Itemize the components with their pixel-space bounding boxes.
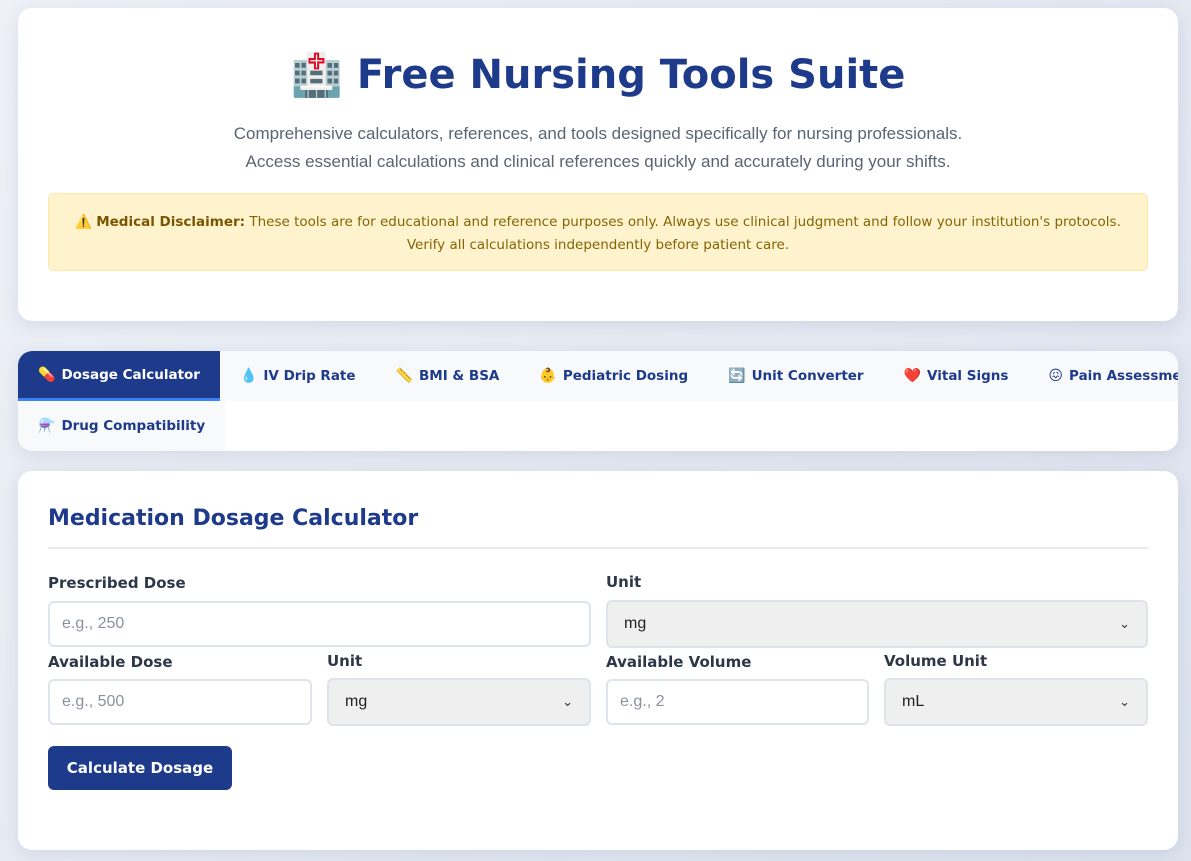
- tab-dosage-calculator[interactable]: 💊 Dosage Calculator: [18, 351, 220, 401]
- available-unit-select[interactable]: mg ⌄: [327, 678, 591, 726]
- prescribed-dose-input[interactable]: [48, 601, 591, 647]
- tab-pediatric-dosing[interactable]: 👶 Pediatric Dosing: [519, 351, 709, 401]
- subtitle-line-1: Comprehensive calculators, references, a…: [233, 124, 963, 143]
- tab-vital-signs[interactable]: ❤️ Vital Signs: [883, 351, 1029, 401]
- dosage-calculator-panel: Medication Dosage Calculator Prescribed …: [18, 471, 1178, 850]
- tab-label: Vital Signs: [927, 368, 1009, 384]
- tab-label: Dosage Calculator: [61, 366, 200, 383]
- prescribed-dose-label: Prescribed Dose: [48, 574, 186, 592]
- page-subtitle: Comprehensive calculators, references, a…: [18, 120, 1178, 176]
- available-volume-input[interactable]: [606, 679, 869, 725]
- tab-iv-drip-rate[interactable]: 💧 IV Drip Rate: [219, 351, 376, 401]
- disclaimer-text: These tools are for educational and refe…: [249, 214, 1121, 253]
- tab-drug-compatibility[interactable]: ⚗️ Drug Compatibility: [18, 401, 226, 451]
- calculator-title: Medication Dosage Calculator: [48, 506, 419, 531]
- tab-label: Unit Converter: [751, 368, 864, 384]
- prescribed-unit-value: mg: [624, 615, 647, 632]
- volume-unit-select[interactable]: mL ⌄: [884, 678, 1148, 726]
- available-unit-label: Unit: [327, 652, 363, 670]
- volume-unit-value: mL: [902, 693, 925, 710]
- header-card: 🏥 Free Nursing Tools Suite Comprehensive…: [18, 8, 1178, 321]
- tool-tabs: 💊 Dosage Calculator 💧 IV Drip Rate 📏 BMI…: [18, 351, 1178, 451]
- title-divider: [48, 547, 1148, 549]
- droplet-icon: 💧: [239, 368, 258, 384]
- tab-row-1: 💊 Dosage Calculator 💧 IV Drip Rate 📏 BMI…: [18, 351, 1178, 401]
- prescribed-unit-label: Unit: [606, 573, 642, 591]
- tab-pain-assessment[interactable]: 😖 Pain Assessment: [1028, 351, 1178, 401]
- ruler-icon: 📏: [395, 368, 413, 384]
- tab-label: Drug Compatibility: [61, 418, 206, 434]
- chevron-down-icon: ⌄: [1119, 616, 1130, 631]
- tab-unit-converter[interactable]: 🔄 Unit Converter: [708, 351, 884, 401]
- prescribed-unit-select[interactable]: mg ⌄: [606, 600, 1148, 648]
- calculate-dosage-button[interactable]: Calculate Dosage: [48, 746, 232, 790]
- tab-row-2: ⚗️ Drug Compatibility: [18, 401, 226, 451]
- flask-icon: ⚗️: [38, 418, 56, 434]
- chevron-down-icon: ⌄: [1119, 694, 1130, 709]
- baby-icon: 👶: [539, 368, 557, 384]
- page-title: 🏥 Free Nursing Tools Suite: [18, 52, 1178, 98]
- chevron-down-icon: ⌄: [562, 694, 573, 709]
- tab-label: BMI & BSA: [418, 368, 500, 384]
- disclaimer-label: Medical Disclaimer:: [96, 214, 246, 230]
- tab-label: IV Drip Rate: [263, 368, 356, 384]
- tab-label: Pediatric Dosing: [562, 368, 689, 384]
- tab-label: Pain Assessment: [1069, 368, 1178, 384]
- subtitle-line-2: Access essential calculations and clinic…: [245, 152, 951, 171]
- tab-bmi-bsa[interactable]: 📏 BMI & BSA: [375, 351, 520, 401]
- medical-disclaimer: ⚠️ Medical Disclaimer: These tools are f…: [48, 193, 1148, 271]
- refresh-icon: 🔄: [728, 368, 746, 384]
- page-title-text: Free Nursing Tools Suite: [356, 52, 906, 98]
- warning-icon: ⚠️: [75, 214, 92, 230]
- heart-icon: ❤️: [903, 368, 922, 384]
- volume-unit-label: Volume Unit: [884, 652, 988, 670]
- pill-icon: 💊: [38, 366, 56, 383]
- hospital-icon: 🏥: [290, 50, 343, 99]
- available-volume-label: Available Volume: [606, 653, 752, 671]
- available-unit-value: mg: [345, 693, 368, 710]
- pain-face-icon: 😖: [1048, 368, 1064, 384]
- available-dose-input[interactable]: [48, 679, 312, 725]
- available-dose-label: Available Dose: [48, 653, 173, 671]
